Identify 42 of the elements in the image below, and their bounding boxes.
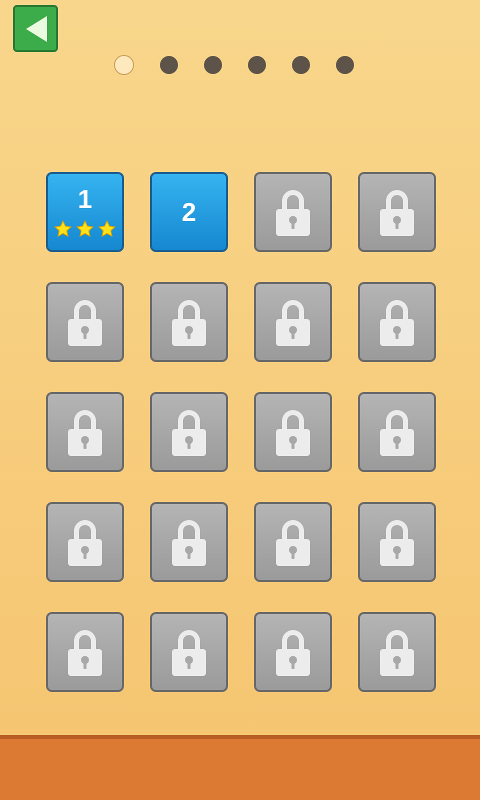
star-icon xyxy=(76,220,94,238)
locked-level-tile[interactable] xyxy=(358,612,436,692)
padlock-icon xyxy=(273,517,313,567)
level-tile[interactable]: 1 xyxy=(46,172,124,252)
padlock-icon xyxy=(65,517,105,567)
locked-level-tile[interactable] xyxy=(150,502,228,582)
padlock-icon xyxy=(273,407,313,457)
locked-level-tile[interactable] xyxy=(46,282,124,362)
padlock-icon xyxy=(273,187,313,237)
locked-level-tile[interactable] xyxy=(358,392,436,472)
padlock-icon xyxy=(65,627,105,677)
padlock-icon xyxy=(273,627,313,677)
locked-level-tile[interactable] xyxy=(254,282,332,362)
padlock-icon xyxy=(377,627,417,677)
locked-level-tile[interactable] xyxy=(150,392,228,472)
locked-level-tile[interactable] xyxy=(358,282,436,362)
locked-level-tile[interactable] xyxy=(46,612,124,692)
locked-level-tile[interactable] xyxy=(358,172,436,252)
padlock-icon xyxy=(65,297,105,347)
star-icon xyxy=(54,220,72,238)
padlock-icon xyxy=(169,297,209,347)
locked-level-tile[interactable] xyxy=(46,502,124,582)
padlock-icon xyxy=(169,517,209,567)
padlock-icon xyxy=(377,407,417,457)
padlock-icon xyxy=(169,407,209,457)
padlock-icon xyxy=(169,627,209,677)
locked-level-tile[interactable] xyxy=(254,502,332,582)
locked-level-tile[interactable] xyxy=(254,172,332,252)
locked-level-tile[interactable] xyxy=(150,612,228,692)
padlock-icon xyxy=(377,297,417,347)
padlock-icon xyxy=(377,517,417,567)
locked-level-tile[interactable] xyxy=(46,392,124,472)
padlock-icon xyxy=(273,297,313,347)
padlock-icon xyxy=(377,187,417,237)
back-button[interactable] xyxy=(13,5,58,52)
locked-level-tile[interactable] xyxy=(150,282,228,362)
level-tile[interactable]: 2 xyxy=(150,172,228,252)
locked-level-tile[interactable] xyxy=(254,612,332,692)
star-icon xyxy=(98,220,116,238)
padlock-icon xyxy=(65,407,105,457)
locked-level-tile[interactable] xyxy=(358,502,436,582)
locked-level-tile[interactable] xyxy=(254,392,332,472)
